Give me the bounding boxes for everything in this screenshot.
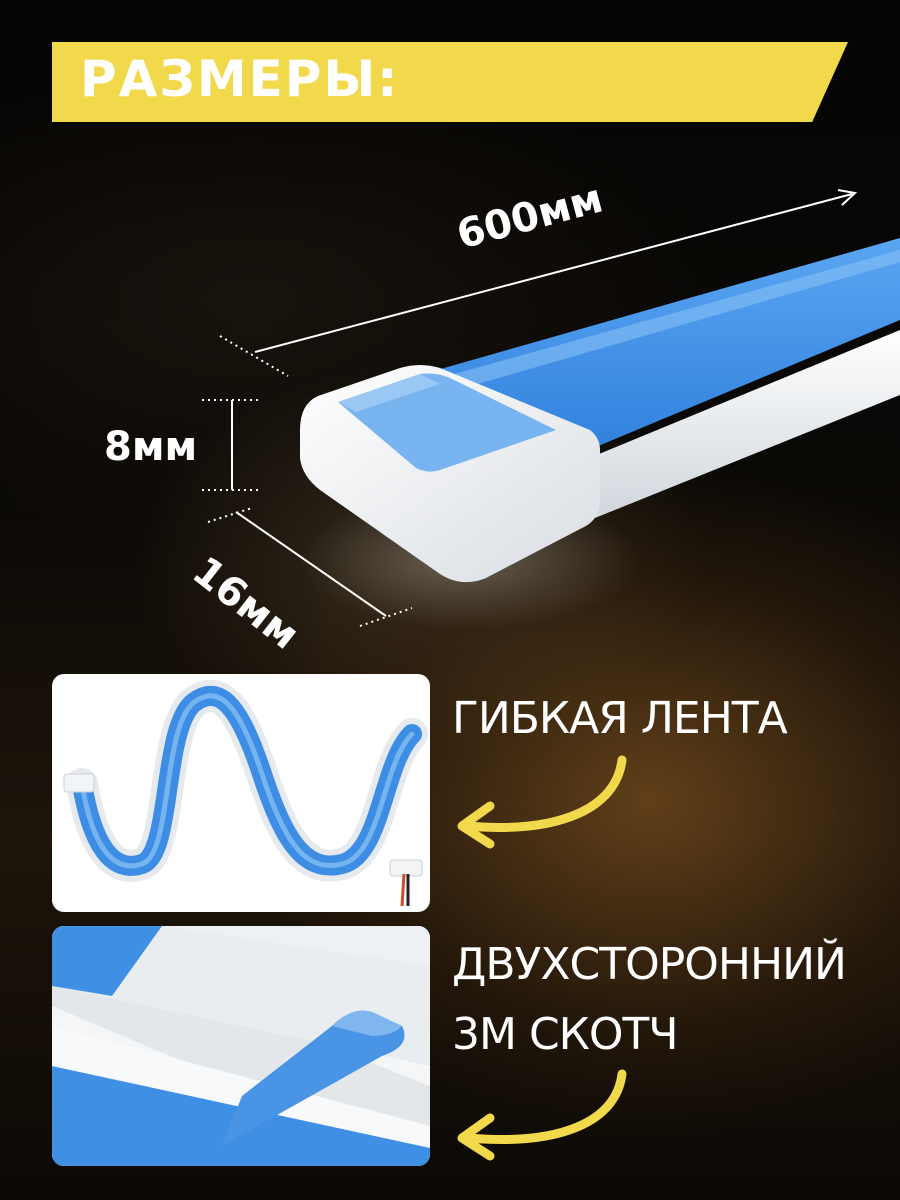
tape-image [52,926,430,1166]
tape-label-line1: ДВУХСТОРОННИЙ [452,939,847,990]
curved-arrow-icon [457,1069,627,1161]
tape-label-line2: 3М СКОТЧ [452,1009,679,1060]
curved-arrow-icon [457,755,627,849]
flexible-strip-image [52,674,430,912]
led-strip-illustration [202,189,900,630]
flexible-strip-label: ГИБКАЯ ЛЕНТА [452,693,788,744]
height-label: 8мм [104,424,198,470]
